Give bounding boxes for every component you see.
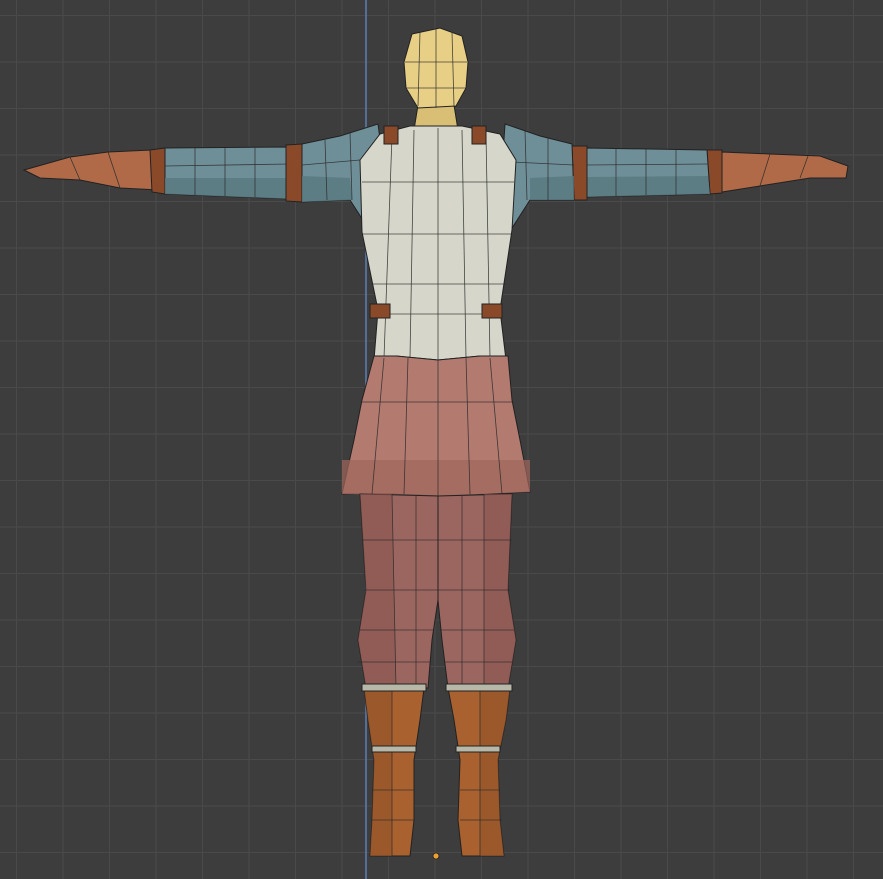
3d-viewport[interactable] xyxy=(0,0,883,879)
left-boot-top-ring xyxy=(361,683,427,692)
boots[interactable] xyxy=(361,683,513,857)
left-side-buckle xyxy=(369,303,391,319)
right-arm[interactable] xyxy=(499,123,849,230)
right-boot-ankle-ring xyxy=(455,745,501,753)
skirt[interactable] xyxy=(341,355,531,497)
left-hand xyxy=(22,149,161,191)
viewport-scene[interactable] xyxy=(0,0,883,879)
torso-vest[interactable] xyxy=(359,125,517,361)
left-shoulder-buckle xyxy=(383,125,399,145)
right-boot-top-ring xyxy=(445,683,513,692)
left-wrist-cuff xyxy=(149,147,166,195)
right-side-buckle xyxy=(481,303,503,319)
right-shoulder-buckle xyxy=(471,125,487,145)
legs[interactable] xyxy=(357,493,517,689)
right-hand xyxy=(721,151,849,193)
object-origin-point[interactable] xyxy=(432,852,440,860)
head[interactable] xyxy=(403,27,469,131)
left-elbow-strap xyxy=(285,143,303,203)
left-boot-ankle-ring xyxy=(371,745,417,753)
left-arm[interactable] xyxy=(22,123,389,229)
right-elbow-strap xyxy=(571,145,588,201)
